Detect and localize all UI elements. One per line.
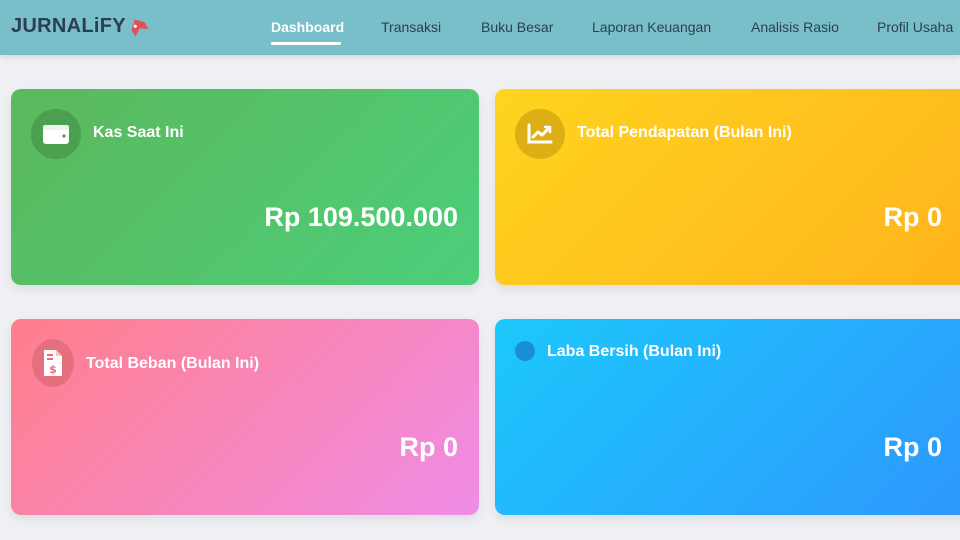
card-value: Rp 109.500.000 — [264, 202, 458, 232]
bookmark-icon — [127, 16, 149, 38]
card-value: Rp 0 — [399, 432, 458, 462]
card-laba-bersih: Laba Bersih (Bulan Ini) Rp 0 — [495, 319, 960, 515]
card-value: Rp 0 — [883, 202, 942, 232]
card-value: Rp 0 — [883, 432, 942, 462]
card-kas-saat-ini: Kas Saat Ini Rp 109.500.000 — [11, 89, 479, 285]
card-total-pendapatan: Total Pendapatan (Bulan Ini) Rp 0 — [495, 89, 960, 285]
nav-dashboard[interactable]: Dashboard — [271, 19, 344, 35]
nav-buku-besar[interactable]: Buku Besar — [481, 19, 553, 35]
invoice-dollar-icon: $ — [32, 339, 74, 387]
card-title: Kas Saat Ini — [93, 124, 184, 141]
nav-profil-usaha[interactable]: Profil Usaha — [877, 19, 953, 35]
card-title: Total Beban (Bulan Ini) — [86, 355, 260, 372]
nav-analisis-rasio[interactable]: Analisis Rasio — [751, 19, 839, 35]
wallet-icon — [31, 109, 81, 159]
card-title: Total Pendapatan (Bulan Ini) — [577, 124, 792, 141]
nav-laporan-keuangan[interactable]: Laporan Keuangan — [592, 19, 711, 35]
brand-name: JURNALiFY — [11, 15, 126, 37]
nav-transaksi[interactable]: Transaksi — [381, 19, 441, 35]
nav-active-indicator — [271, 42, 341, 45]
card-title: Laba Bersih (Bulan Ini) — [547, 343, 722, 360]
card-total-beban: $ Total Beban (Bulan Ini) Rp 0 — [11, 319, 479, 515]
top-navbar: JURNALiFY Dashboard Transaksi Buku Besar… — [0, 0, 960, 55]
dot-icon — [515, 341, 535, 361]
brand-logo[interactable]: JURNALiFY — [11, 15, 149, 38]
chart-line-icon — [515, 109, 565, 159]
svg-text:$: $ — [49, 363, 57, 376]
